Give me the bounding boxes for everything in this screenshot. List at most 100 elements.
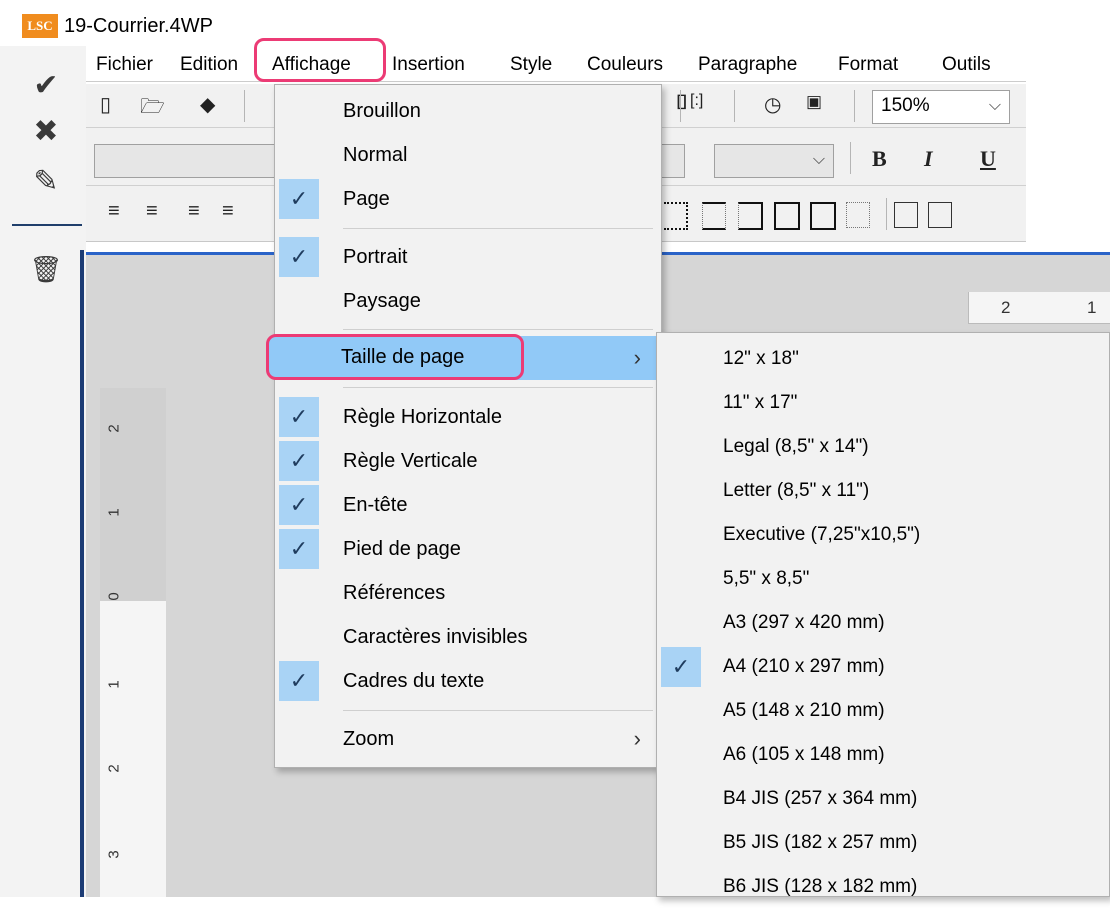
align-left-icon[interactable]: ≡ (108, 200, 120, 223)
ruler-number: 2 (105, 764, 123, 773)
vertical-ruler-margin (100, 388, 166, 601)
submenu-item-11x17[interactable]: 11" x 17" (657, 381, 1109, 425)
menu-item-label: Références (343, 582, 446, 604)
submenu-item-a4[interactable]: ✓ A4 (210 x 297 mm) (657, 645, 1109, 689)
align-right-icon[interactable]: ≡ (188, 200, 200, 223)
menu-affichage[interactable]: Affichage (272, 52, 351, 78)
left-toolbar-divider (12, 224, 82, 226)
underline-button[interactable]: U (980, 146, 996, 172)
submenu-item-label: Executive (7,25"x10,5") (723, 524, 921, 545)
style-select[interactable] (94, 144, 284, 178)
submenu-item-executive[interactable]: Executive (7,25"x10,5") (657, 513, 1109, 557)
menu-item-label: Caractères invisibles (343, 626, 528, 648)
align-center-icon[interactable]: ≡ (146, 200, 158, 223)
border-grid-icon[interactable] (810, 202, 836, 230)
menu-edition[interactable]: Edition (180, 52, 238, 78)
submenu-item-label: Legal (8,5" x 14") (723, 436, 869, 457)
menu-item-cadres-du-texte[interactable]: ✓ Cadres du texte (275, 659, 661, 703)
close-icon[interactable]: ✖ (26, 114, 66, 149)
menu-item-label: Règle Verticale (343, 450, 478, 472)
field-icon[interactable]: [:] (690, 92, 703, 110)
chevron-right-icon: › (633, 726, 641, 751)
menu-item-label: Paysage (343, 290, 421, 312)
checkmark-icon: ✓ (279, 661, 319, 701)
calendar-icon[interactable]: ▣ (806, 92, 822, 112)
menu-item-portrait[interactable]: ✓ Portrait (275, 235, 661, 279)
affichage-menu: Brouillon Normal ✓ Page ✓ Portrait Paysage… (274, 84, 662, 768)
border-horizontal-icon[interactable] (738, 202, 763, 230)
menu-item-caracteres-invisibles[interactable]: Caractères invisibles (275, 615, 661, 659)
menu-item-label: Zoom (343, 728, 395, 750)
checkmark-icon: ✓ (279, 397, 319, 437)
submenu-item-b4-jis[interactable]: B4 JIS (257 x 364 mm) (657, 777, 1109, 821)
new-document-icon[interactable]: ▯ (100, 92, 111, 117)
size-select[interactable]: ⌵ (714, 144, 834, 178)
clock-icon[interactable]: ◷ (764, 92, 781, 117)
submenu-item-b6-jis[interactable]: B6 JIS (128 x 182 mm) (657, 865, 1109, 909)
ruler-number: 1 (105, 508, 123, 517)
submenu-item-label: A6 (105 x 148 mm) (723, 744, 885, 765)
menu-paragraphe[interactable]: Paragraphe (698, 52, 797, 78)
border-none-icon[interactable] (664, 202, 688, 230)
menu-outils[interactable]: Outils (942, 52, 991, 78)
submenu-item-label: 12" x 18" (723, 348, 799, 369)
menu-item-pied-de-page[interactable]: ✓ Pied de page (275, 527, 661, 571)
menu-item-paysage[interactable]: Paysage (275, 279, 661, 323)
font-select-edge[interactable] (662, 144, 685, 178)
border-box-icon[interactable] (774, 202, 800, 230)
taille-de-page-highlight[interactable]: Taille de page (266, 334, 524, 380)
justify-icon[interactable]: ≡ (222, 200, 234, 223)
submenu-item-a3[interactable]: A3 (297 x 420 mm) (657, 601, 1109, 645)
menu-insertion[interactable]: Insertion (392, 52, 465, 78)
border-dotted-icon[interactable] (846, 202, 870, 228)
submenu-item-letter[interactable]: Letter (8,5" x 11") (657, 469, 1109, 513)
menu-item-page[interactable]: ✓ Page (275, 177, 661, 221)
menu-item-zoom[interactable]: Zoom › (275, 717, 661, 761)
checkmark-icon: ✓ (279, 179, 319, 219)
menu-format[interactable]: Format (838, 52, 898, 78)
pencil-icon[interactable]: ✎ (26, 164, 66, 199)
submenu-item-label: B6 JIS (128 x 182 mm) (723, 876, 918, 897)
menu-item-label: Pied de page (343, 538, 461, 560)
border-top-bottom-icon[interactable] (702, 202, 726, 230)
submenu-item-a5[interactable]: A5 (148 x 210 mm) (657, 689, 1109, 733)
menu-item-regle-horizontale[interactable]: ✓ Règle Horizontale (275, 395, 661, 439)
submenu-item-label: 5,5" x 8,5" (723, 568, 810, 589)
menu-item-label: Brouillon (343, 100, 421, 122)
bold-button[interactable]: B (872, 146, 887, 172)
taille-de-page-submenu: 12" x 18" 11" x 17" Legal (8,5" x 14") L… (656, 332, 1110, 897)
submenu-item-5x8[interactable]: 5,5" x 8,5" (657, 557, 1109, 601)
trash-icon[interactable]: 🗑 (26, 254, 66, 285)
zoom-value: 150% (881, 95, 930, 116)
menu-item-regle-verticale[interactable]: ✓ Règle Verticale (275, 439, 661, 483)
menu-item-normal[interactable]: Normal (275, 133, 661, 177)
submenu-item-b5-jis[interactable]: B5 JIS (182 x 257 mm) (657, 821, 1109, 865)
submenu-item-label: Letter (8,5" x 11") (723, 480, 870, 501)
menu-item-brouillon[interactable]: Brouillon (275, 89, 661, 133)
title-bar: LSC 19-Courrier.4WP (0, 0, 1110, 46)
menu-item-en-tete[interactable]: ✓ En-tête (275, 483, 661, 527)
submenu-item-12x18[interactable]: 12" x 18" (657, 337, 1109, 381)
check-icon[interactable]: ✔ (26, 68, 66, 103)
menu-item-references[interactable]: Références (275, 571, 661, 615)
frame-box-2-icon[interactable] (928, 202, 952, 228)
zoom-select[interactable]: 150% ⌵ (872, 90, 1010, 124)
toolbar-separator (680, 90, 681, 122)
menu-style[interactable]: Style (510, 52, 552, 78)
submenu-item-a6[interactable]: A6 (105 x 148 mm) (657, 733, 1109, 777)
italic-button[interactable]: I (924, 146, 933, 172)
save-icon[interactable]: ◆ (200, 92, 215, 117)
ruler-number: 1 (105, 680, 123, 689)
menu-separator (343, 329, 653, 330)
submenu-item-label: B4 JIS (257 x 364 mm) (723, 788, 918, 809)
frame-box-icon[interactable] (894, 202, 918, 228)
ruler-number: 3 (105, 850, 123, 859)
menu-fichier[interactable]: Fichier (96, 52, 153, 78)
chevron-down-icon: ⌵ (988, 97, 1001, 114)
menu-couleurs[interactable]: Couleurs (587, 52, 663, 78)
chevron-down-icon: ⌵ (812, 151, 825, 168)
submenu-item-legal[interactable]: Legal (8,5" x 14") (657, 425, 1109, 469)
open-folder-icon[interactable]: 🗁 (140, 92, 165, 126)
app-logo: LSC (22, 14, 58, 38)
frame-icon[interactable]: ⌷ (676, 92, 688, 115)
